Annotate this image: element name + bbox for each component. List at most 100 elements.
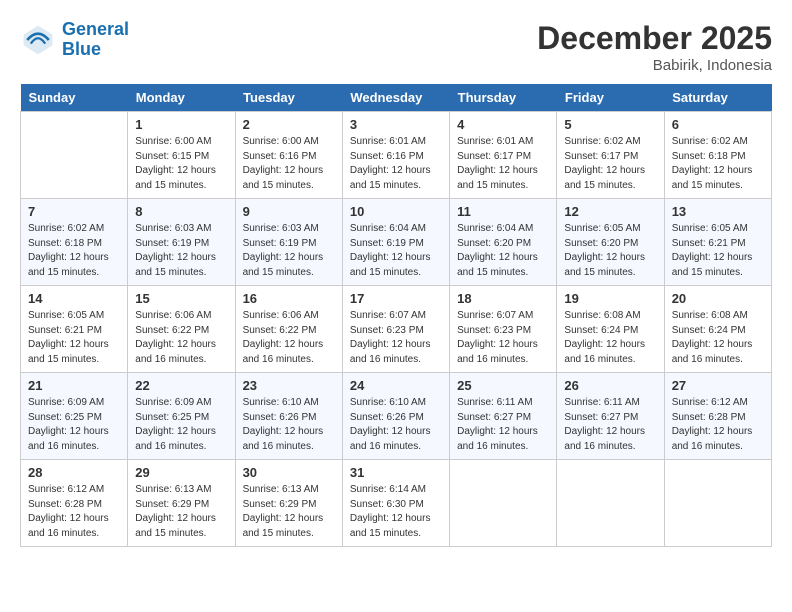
weekday-header-friday: Friday [557, 84, 664, 112]
calendar-cell: 4 Sunrise: 6:01 AM Sunset: 6:17 PM Daylig… [450, 112, 557, 199]
cell-info: Sunrise: 6:05 AM Sunset: 6:20 PM Dayligh… [564, 222, 656, 280]
cell-info: Sunrise: 6:09 AM Sunset: 6:25 PM Dayligh… [28, 396, 120, 454]
calendar-cell: 7Sunrise: 6:02 AM Sunset: 6:18 PM Daylig… [21, 199, 128, 286]
cell-info: Sunrise: 6:02 AM Sunset: 6:17 PM Dayligh… [564, 135, 656, 193]
cell-info: Sunrise: 6:08 AM Sunset: 6:24 PM Dayligh… [564, 309, 656, 367]
calendar-cell: 26 Sunrise: 6:11 AM Sunset: 6:27 PM Dayli… [557, 373, 664, 460]
cell-info: Sunrise: 6:10 AM Sunset: 6:26 PM Dayligh… [243, 396, 335, 454]
cell-info: Sunrise: 6:03 AM Sunset: 6:19 PM Dayligh… [135, 222, 227, 280]
day-number: 15 [135, 291, 227, 306]
cell-info: Sunrise: 6:11 AM Sunset: 6:27 PM Dayligh… [564, 396, 656, 454]
day-number: 22 [135, 378, 227, 393]
calendar-cell [450, 460, 557, 547]
day-number: 6 [672, 117, 764, 132]
weekday-header-tuesday: Tuesday [235, 84, 342, 112]
cell-info: Sunrise: 6:12 AM Sunset: 6:28 PM Dayligh… [28, 483, 120, 541]
calendar-cell: 23 Sunrise: 6:10 AM Sunset: 6:26 PM Dayli… [235, 373, 342, 460]
calendar-cell: 21 Sunrise: 6:09 AM Sunset: 6:25 PM Dayli… [21, 373, 128, 460]
weekday-header-wednesday: Wednesday [342, 84, 449, 112]
calendar-week-row: 1Sunrise: 6:00 AM Sunset: 6:15 PM Daylig… [21, 112, 772, 199]
cell-info: Sunrise: 6:11 AM Sunset: 6:27 PM Dayligh… [457, 396, 549, 454]
weekday-header-sunday: Sunday [21, 84, 128, 112]
calendar-cell: 11 Sunrise: 6:04 AM Sunset: 6:20 PM Dayli… [450, 199, 557, 286]
calendar-cell [21, 112, 128, 199]
day-number: 24 [350, 378, 442, 393]
cell-info: Sunrise: 6:05 AM Sunset: 6:21 PM Dayligh… [672, 222, 764, 280]
day-number: 8 [135, 204, 227, 219]
calendar-cell: 8 Sunrise: 6:03 AM Sunset: 6:19 PM Daylig… [128, 199, 235, 286]
logo: General Blue [20, 20, 129, 60]
cell-info: Sunrise: 6:13 AM Sunset: 6:29 PM Dayligh… [243, 483, 335, 541]
calendar-cell: 12Sunrise: 6:05 AM Sunset: 6:20 PM Dayli… [557, 199, 664, 286]
day-number: 19 [564, 291, 656, 306]
day-number: 26 [564, 378, 656, 393]
day-number: 31 [350, 465, 442, 480]
day-number: 21 [28, 378, 120, 393]
calendar-week-row: 21 Sunrise: 6:09 AM Sunset: 6:25 PM Dayli… [21, 373, 772, 460]
logo-line2: Blue [62, 39, 101, 59]
cell-info: Sunrise: 6:09 AM Sunset: 6:25 PM Dayligh… [135, 396, 227, 454]
weekday-header-saturday: Saturday [664, 84, 771, 112]
cell-info: Sunrise: 6:06 AM Sunset: 6:22 PM Dayligh… [243, 309, 335, 367]
day-number: 20 [672, 291, 764, 306]
day-number: 9 [243, 204, 335, 219]
calendar-cell: 2 Sunrise: 6:00 AM Sunset: 6:16 PM Daylig… [235, 112, 342, 199]
month-title: December 2025 [537, 20, 772, 57]
cell-info: Sunrise: 6:01 AM Sunset: 6:16 PM Dayligh… [350, 135, 442, 193]
calendar-cell: 24 Sunrise: 6:10 AM Sunset: 6:26 PM Dayli… [342, 373, 449, 460]
day-number: 7 [28, 204, 120, 219]
calendar-table: SundayMondayTuesdayWednesdayThursdayFrid… [20, 84, 772, 547]
cell-info: Sunrise: 6:13 AM Sunset: 6:29 PM Dayligh… [135, 483, 227, 541]
calendar-cell: 27Sunrise: 6:12 AM Sunset: 6:28 PM Dayli… [664, 373, 771, 460]
cell-info: Sunrise: 6:07 AM Sunset: 6:23 PM Dayligh… [457, 309, 549, 367]
day-number: 23 [243, 378, 335, 393]
calendar-cell: 1Sunrise: 6:00 AM Sunset: 6:15 PM Daylig… [128, 112, 235, 199]
logo-text: General Blue [62, 20, 129, 60]
cell-info: Sunrise: 6:07 AM Sunset: 6:23 PM Dayligh… [350, 309, 442, 367]
title-block: December 2025 Babirik, Indonesia [537, 20, 772, 74]
calendar-cell: 28 Sunrise: 6:12 AM Sunset: 6:28 PM Dayli… [21, 460, 128, 547]
day-number: 27 [672, 378, 764, 393]
cell-info: Sunrise: 6:00 AM Sunset: 6:15 PM Dayligh… [135, 135, 227, 193]
cell-info: Sunrise: 6:01 AM Sunset: 6:17 PM Dayligh… [457, 135, 549, 193]
cell-info: Sunrise: 6:05 AM Sunset: 6:21 PM Dayligh… [28, 309, 120, 367]
calendar-cell: 15 Sunrise: 6:06 AM Sunset: 6:22 PM Dayli… [128, 286, 235, 373]
weekday-header-thursday: Thursday [450, 84, 557, 112]
weekday-header-monday: Monday [128, 84, 235, 112]
calendar-cell: 18 Sunrise: 6:07 AM Sunset: 6:23 PM Dayli… [450, 286, 557, 373]
logo-icon [20, 22, 56, 58]
day-number: 3 [350, 117, 442, 132]
logo-line1: General [62, 19, 129, 39]
day-number: 4 [457, 117, 549, 132]
calendar-cell: 13Sunrise: 6:05 AM Sunset: 6:21 PM Dayli… [664, 199, 771, 286]
cell-info: Sunrise: 6:10 AM Sunset: 6:26 PM Dayligh… [350, 396, 442, 454]
day-number: 10 [350, 204, 442, 219]
calendar-cell: 25 Sunrise: 6:11 AM Sunset: 6:27 PM Dayli… [450, 373, 557, 460]
cell-info: Sunrise: 6:08 AM Sunset: 6:24 PM Dayligh… [672, 309, 764, 367]
calendar-cell: 10 Sunrise: 6:04 AM Sunset: 6:19 PM Dayli… [342, 199, 449, 286]
calendar-cell: 6 Sunrise: 6:02 AM Sunset: 6:18 PM Daylig… [664, 112, 771, 199]
day-number: 2 [243, 117, 335, 132]
calendar-week-row: 28 Sunrise: 6:12 AM Sunset: 6:28 PM Dayli… [21, 460, 772, 547]
calendar-cell: 17Sunrise: 6:07 AM Sunset: 6:23 PM Dayli… [342, 286, 449, 373]
cell-info: Sunrise: 6:04 AM Sunset: 6:19 PM Dayligh… [350, 222, 442, 280]
day-number: 25 [457, 378, 549, 393]
calendar-cell: 9Sunrise: 6:03 AM Sunset: 6:19 PM Daylig… [235, 199, 342, 286]
cell-info: Sunrise: 6:04 AM Sunset: 6:20 PM Dayligh… [457, 222, 549, 280]
cell-info: Sunrise: 6:00 AM Sunset: 6:16 PM Dayligh… [243, 135, 335, 193]
day-number: 29 [135, 465, 227, 480]
calendar-cell: 31Sunrise: 6:14 AM Sunset: 6:30 PM Dayli… [342, 460, 449, 547]
calendar-cell [664, 460, 771, 547]
calendar-cell [557, 460, 664, 547]
calendar-week-row: 7Sunrise: 6:02 AM Sunset: 6:18 PM Daylig… [21, 199, 772, 286]
calendar-cell: 16Sunrise: 6:06 AM Sunset: 6:22 PM Dayli… [235, 286, 342, 373]
day-number: 11 [457, 204, 549, 219]
calendar-cell: 22 Sunrise: 6:09 AM Sunset: 6:25 PM Dayli… [128, 373, 235, 460]
cell-info: Sunrise: 6:02 AM Sunset: 6:18 PM Dayligh… [672, 135, 764, 193]
calendar-cell: 14Sunrise: 6:05 AM Sunset: 6:21 PM Dayli… [21, 286, 128, 373]
calendar-cell: 20 Sunrise: 6:08 AM Sunset: 6:24 PM Dayli… [664, 286, 771, 373]
day-number: 28 [28, 465, 120, 480]
cell-info: Sunrise: 6:06 AM Sunset: 6:22 PM Dayligh… [135, 309, 227, 367]
day-number: 18 [457, 291, 549, 306]
calendar-cell: 30Sunrise: 6:13 AM Sunset: 6:29 PM Dayli… [235, 460, 342, 547]
